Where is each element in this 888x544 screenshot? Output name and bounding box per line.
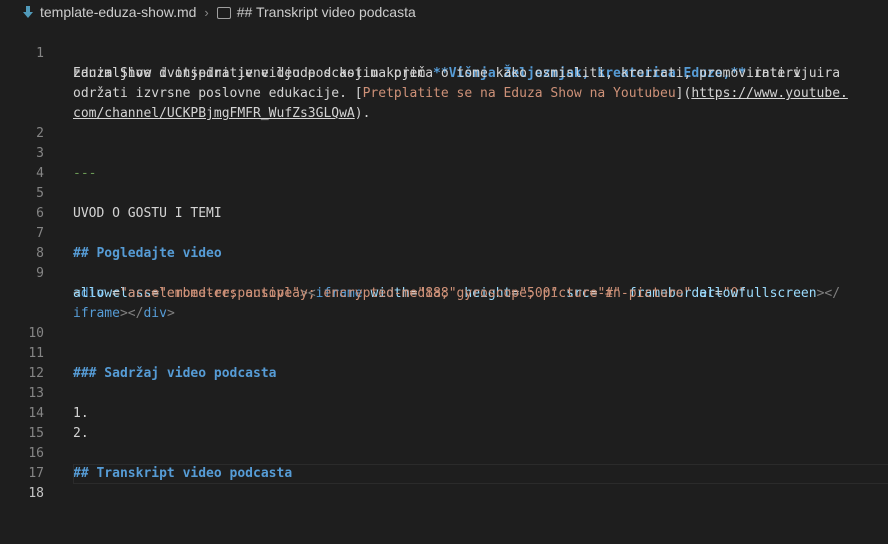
- current-line-highlight: [73, 464, 888, 484]
- editor-line: 13 1.: [0, 364, 888, 421]
- editor-line: 8: [0, 224, 888, 261]
- editor-line: 2: [0, 104, 888, 141]
- chevron-right-icon: ›: [204, 4, 209, 20]
- editor[interactable]: 1 Eduza Show dvotjedni je video podcast …: [0, 24, 888, 501]
- editor-line: 12: [0, 344, 888, 381]
- editor-line: 15: [0, 404, 888, 441]
- editor-line: 10: [0, 304, 888, 341]
- breadcrumb-file[interactable]: template-eduza-show.md: [40, 4, 196, 20]
- editor-line-wrap: zanimljive i inspirativne ljude s kojima…: [0, 44, 888, 81]
- line-number: 18: [28, 486, 44, 501]
- breadcrumb: template-eduza-show.md › ## Transkript v…: [0, 0, 888, 24]
- editor-line: 9 <div class="embed-responsive"><iframe …: [0, 244, 888, 301]
- editor-line: 16 ## Transkript video podcasta: [0, 424, 888, 481]
- editor-line-wrap: com/channel/UCKPBjmgFMFR_WufZs3GLQwA).: [0, 84, 888, 121]
- editor-line-wrap: allow="accelerometer; autoplay; encrypte…: [0, 264, 888, 301]
- editor-line: 1 Eduza Show dvotjedni je video podcast …: [0, 24, 888, 81]
- editor-line-wrap: održati izvrsne poslovne edukacije. [Pre…: [0, 64, 888, 101]
- editor-line: 14 2.: [0, 384, 888, 441]
- editor-line: 17: [0, 444, 888, 481]
- editor-line: 5 UVOD O GOSTU I TEMI: [0, 164, 888, 221]
- editor-line: 11 ### Sadržaj video podcasta: [0, 324, 888, 381]
- editor-line: 7 ## Pogledajte video: [0, 204, 888, 261]
- editor-line: 6: [0, 184, 888, 221]
- markdown-arrow-icon: [23, 6, 33, 18]
- symbol-string-icon: [216, 7, 231, 19]
- editor-line-current[interactable]: 18: [0, 464, 888, 501]
- editor-line-wrap: iframe></div>: [0, 284, 888, 321]
- editor-line: 3 ---: [0, 124, 888, 181]
- breadcrumb-section[interactable]: ## Transkript video podcasta: [237, 4, 416, 20]
- editor-line: 4: [0, 144, 888, 181]
